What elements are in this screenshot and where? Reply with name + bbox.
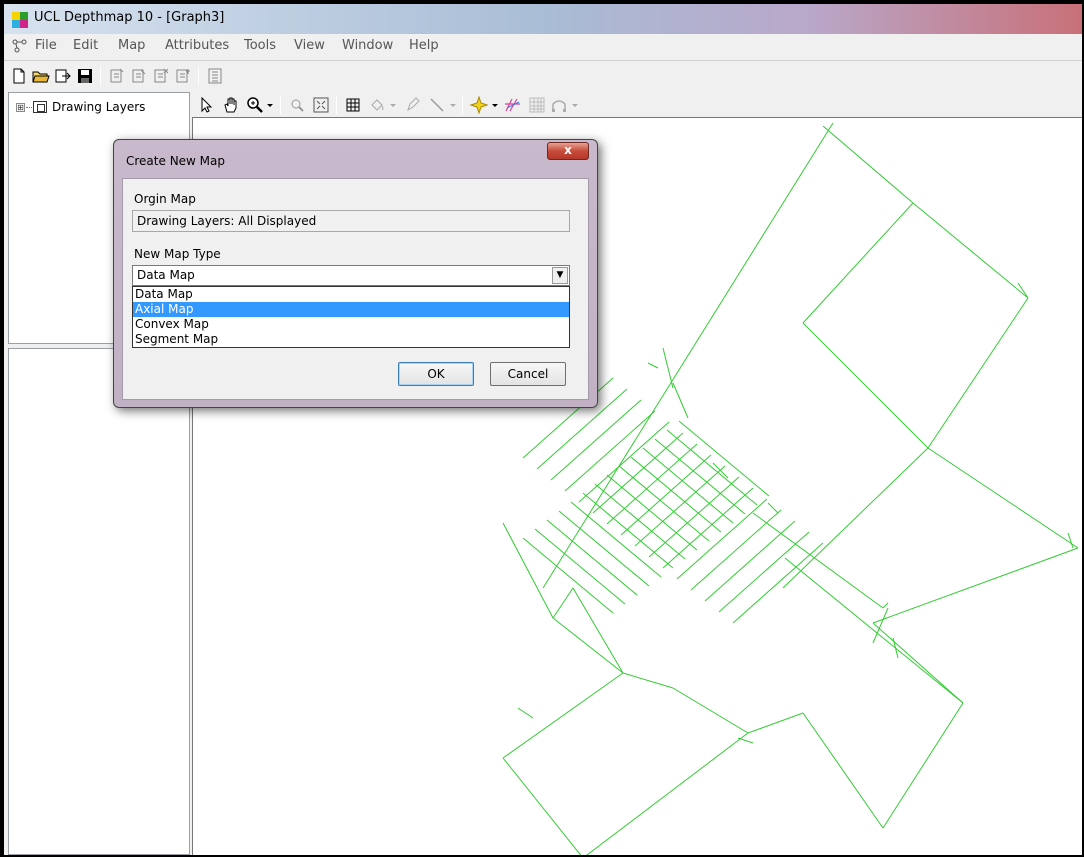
origin-map-field: Drawing Layers: All Displayed — [132, 210, 570, 232]
option-segment-map[interactable]: Segment Map — [133, 332, 569, 347]
menu-view[interactable]: View — [294, 38, 325, 53]
line-tool-icon[interactable] — [428, 96, 446, 114]
agent-icon[interactable] — [550, 96, 568, 114]
dialog-title: Create New Map — [126, 154, 225, 168]
zoom-in-icon[interactable] — [246, 96, 264, 114]
title-bar[interactable]: UCL Depthmap 10 - [Graph3] — [4, 4, 1082, 34]
layer-delete-icon[interactable] — [152, 67, 170, 85]
grid-icon[interactable] — [344, 96, 362, 114]
ok-button[interactable]: OK — [398, 362, 474, 386]
option-data-map[interactable]: Data Map — [133, 287, 569, 302]
pan-hand-icon[interactable] — [222, 96, 240, 114]
layer-icon[interactable] — [108, 67, 126, 85]
select-arrow-icon[interactable] — [198, 96, 216, 114]
close-button[interactable]: x — [547, 142, 589, 160]
menu-window[interactable]: Window — [342, 38, 393, 53]
dropdown-caret-icon[interactable] — [388, 96, 398, 114]
new-map-type-label: New Map Type — [134, 247, 221, 261]
import-icon[interactable] — [54, 67, 72, 85]
attributes-panel — [8, 348, 190, 855]
menu-map[interactable]: Map — [118, 38, 145, 53]
tree-connector — [26, 106, 32, 108]
new-file-icon[interactable] — [10, 67, 28, 85]
menu-help[interactable]: Help — [409, 38, 439, 53]
toolbar-separator — [198, 67, 199, 85]
toolbar-separator — [462, 96, 463, 114]
axial-lines-icon[interactable] — [504, 96, 522, 114]
chevron-down-icon[interactable]: ▼ — [552, 267, 568, 284]
depthmap-app-icon — [12, 12, 28, 28]
tree-node-label: Drawing Layers — [52, 100, 146, 114]
option-axial-map[interactable]: Axial Map — [133, 302, 569, 317]
fill-bucket-icon[interactable] — [368, 96, 386, 114]
option-convex-map[interactable]: Convex Map — [133, 317, 569, 332]
dropdown-caret-icon[interactable] — [490, 96, 500, 114]
toolbar-separator — [336, 96, 337, 114]
properties-icon[interactable] — [206, 67, 224, 85]
toolbar-separator — [280, 96, 281, 114]
window-title: UCL Depthmap 10 - [Graph3] — [34, 10, 225, 25]
zoom-selection-icon[interactable] — [288, 96, 306, 114]
drawing-layers-icon — [33, 101, 47, 113]
expand-icon[interactable]: ⊞ — [16, 102, 25, 112]
dropdown-caret-icon[interactable] — [570, 96, 580, 114]
open-folder-icon[interactable] — [32, 67, 50, 85]
tree-node-drawing-layers[interactable]: ⊞ Drawing Layers — [16, 100, 145, 114]
create-new-map-dialog: Create New Map x Orgin Map Drawing Layer… — [113, 139, 598, 408]
graph-doc-icon[interactable] — [12, 39, 28, 53]
save-icon[interactable] — [76, 67, 94, 85]
pencil-icon[interactable] — [404, 96, 422, 114]
menu-edit[interactable]: Edit — [73, 38, 98, 53]
map-type-select[interactable]: Data Map ▼ — [132, 265, 570, 286]
layer-edit-icon[interactable] — [130, 67, 148, 85]
toolbar-separator — [100, 67, 101, 85]
standard-toolbar — [4, 60, 1082, 90]
dropdown-caret-icon[interactable] — [265, 96, 275, 114]
map-toolbar — [190, 93, 1070, 117]
app-window: UCL Depthmap 10 - [Graph3] File Edit Map… — [4, 4, 1082, 855]
menu-attributes[interactable]: Attributes — [165, 38, 229, 53]
fit-to-window-icon[interactable] — [312, 96, 330, 114]
dropdown-caret-icon[interactable] — [448, 96, 458, 114]
origin-map-label: Orgin Map — [134, 192, 196, 206]
menu-tools[interactable]: Tools — [244, 38, 276, 53]
map-type-selected-value: Data Map — [137, 268, 195, 282]
menu-file[interactable]: File — [35, 38, 57, 53]
map-type-dropdown-list: Data Map Axial Map Convex Map Segment Ma… — [132, 286, 570, 348]
isovist-icon[interactable] — [470, 96, 488, 114]
cancel-button[interactable]: Cancel — [490, 362, 566, 386]
pixel-grid-icon[interactable] — [528, 96, 546, 114]
layer-add-icon[interactable] — [174, 67, 192, 85]
